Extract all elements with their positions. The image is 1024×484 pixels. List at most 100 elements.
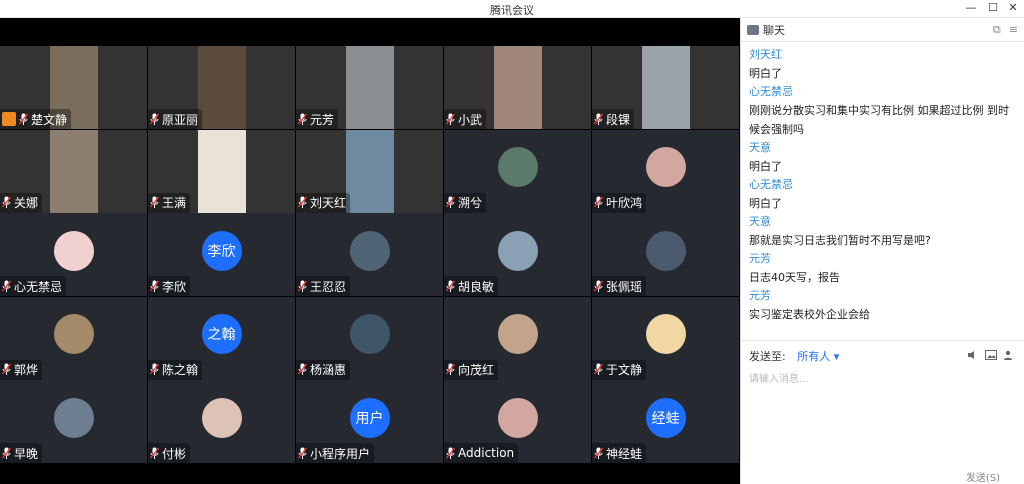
participant-name-bar: 付彬	[148, 443, 191, 463]
avatar	[497, 397, 538, 438]
participant-name-bar: 胡良敏	[444, 276, 499, 296]
message-sender[interactable]: 心无禁忌	[749, 83, 1016, 101]
participant-tile[interactable]: 之翰 陈之翰	[148, 296, 295, 380]
participant-name-bar: Addiction	[444, 443, 519, 463]
chat-messages: 刘天红 明白了 心无禁忌 刚刚说分散实习和集中实习有比例 如果超过比例 到时候会强制吗…	[741, 42, 1024, 328]
muted-mic-icon	[446, 363, 455, 375]
message-text: 明白了	[749, 197, 782, 210]
participant-tile[interactable]: 心无禁忌	[0, 213, 147, 296]
avatar	[53, 314, 94, 354]
avatar	[349, 230, 390, 271]
participant-tile[interactable]: 关娜	[0, 129, 147, 213]
participant-tile[interactable]: 早晚	[0, 380, 147, 463]
close-icon[interactable]: ✕	[1000, 0, 1024, 18]
avatar: 李欣	[201, 230, 242, 271]
message-sender[interactable]: 天意	[749, 139, 1016, 157]
participant-name-bar: 原亚丽	[148, 109, 203, 129]
participant-tile[interactable]: 原亚丽	[148, 46, 295, 129]
participant-tile[interactable]: 李欣 李欣	[148, 213, 295, 296]
participant-name-bar: 小武	[444, 109, 487, 129]
participant-name-bar: 杨涵惠	[296, 359, 351, 380]
menu-icon[interactable]: ≡	[1009, 23, 1018, 36]
participant-name: 楚文静	[31, 112, 68, 127]
participant-name: 张佩瑶	[606, 279, 643, 294]
chat-input[interactable]: 请输入消息...	[749, 370, 809, 385]
participant-name-bar: 楚文静	[0, 109, 72, 129]
message-sender[interactable]: 心无禁忌	[749, 176, 1016, 194]
avatar	[497, 147, 538, 187]
message-sender[interactable]: 刘天红	[749, 46, 1016, 64]
participant-name: 李欣	[162, 279, 187, 294]
avatar	[497, 314, 538, 354]
participant-tile[interactable]: 小武	[444, 46, 591, 129]
participant-name: 早晚	[14, 446, 39, 461]
participant-tile[interactable]: 付彬	[148, 380, 295, 463]
muted-mic-icon	[150, 363, 159, 375]
participant-name: 心无禁忌	[14, 279, 63, 294]
participant-name-bar: 心无禁忌	[0, 276, 67, 296]
participant-tile[interactable]: 张佩瑶	[592, 213, 739, 296]
popout-icon[interactable]: ⧉	[993, 23, 1001, 37]
participant-tile[interactable]: 楚文静	[0, 46, 147, 129]
participant-tile[interactable]: 于文静	[592, 296, 739, 380]
participant-tile[interactable]: 段锞	[592, 46, 739, 129]
participant-tile[interactable]: 王忍忍	[296, 213, 443, 296]
participant-name: 王忍忍	[310, 279, 347, 294]
send-button[interactable]: 发送(S)	[966, 469, 1000, 484]
muted-mic-icon	[150, 447, 159, 459]
avatar	[201, 397, 242, 438]
participant-name: 神经蛙	[606, 446, 643, 461]
participant-tile[interactable]: 刘天红	[296, 129, 443, 213]
avatar	[497, 230, 538, 271]
participant-name: 王满	[162, 196, 187, 210]
muted-mic-icon	[298, 113, 307, 125]
participant-name-bar: 元芳	[296, 109, 339, 129]
participant-name-bar: 刘天红	[296, 192, 351, 213]
muted-mic-icon	[446, 280, 455, 292]
participant-grid: 楚文静 原亚丽 元芳 小武 段锞 关娜 王满 刘天红 溯兮 叶欣鸿 心无禁忌 李欣 李欣 王忍忍 胡良敏 张佩…	[0, 46, 740, 480]
participant-name: 付彬	[162, 446, 187, 461]
avatar: 用户	[349, 397, 390, 438]
message-text: 明白了	[749, 67, 782, 80]
avatar: 经蛙	[645, 397, 686, 438]
participant-tile[interactable]: 叶欣鸿	[592, 129, 739, 213]
avatar	[349, 314, 390, 354]
participant-tile[interactable]: 郭烨	[0, 296, 147, 380]
participant-tile[interactable]: Addiction	[444, 380, 591, 463]
image-icon[interactable]	[985, 350, 997, 360]
participant-tile[interactable]: 杨涵惠	[296, 296, 443, 380]
participant-tile[interactable]: 胡良敏	[444, 213, 591, 296]
muted-mic-icon	[594, 363, 603, 375]
participant-name-bar: 王满	[148, 192, 191, 213]
participant-name: 郭烨	[14, 363, 39, 377]
avatar	[53, 397, 94, 438]
muted-mic-icon	[2, 447, 11, 459]
participant-tile[interactable]: 王满	[148, 129, 295, 213]
chat-title: 聊天	[763, 23, 785, 37]
mute-icon[interactable]	[967, 350, 979, 360]
participant-tile[interactable]: 用户 小程序用户	[296, 380, 443, 463]
participant-name: 向茂红	[458, 363, 495, 377]
muted-mic-icon	[2, 196, 11, 208]
title-bar: 腾讯会议 — ☐ ✕	[0, 0, 1024, 18]
participant-name-bar: 陈之翰	[148, 359, 203, 380]
send-to-label: 发送至:	[749, 350, 786, 363]
avatar	[645, 147, 686, 187]
participant-name: 溯兮	[458, 196, 483, 210]
camera-feed	[641, 46, 690, 129]
message-sender[interactable]: 元芳	[749, 287, 1016, 305]
participant-tile[interactable]: 向茂红	[444, 296, 591, 380]
video-area: 楚文静 原亚丽 元芳 小武 段锞 关娜 王满 刘天红 溯兮 叶欣鸿 心无禁忌 李欣 李欣 王忍忍 胡良敏 张佩…	[0, 18, 740, 484]
muted-mic-icon	[594, 113, 603, 125]
user-icon[interactable]	[1003, 350, 1015, 360]
message-sender[interactable]: 天意	[749, 213, 1016, 231]
participant-name: 胡良敏	[458, 279, 495, 294]
muted-mic-icon	[446, 196, 455, 208]
participant-tile[interactable]: 溯兮	[444, 129, 591, 213]
participant-name: 杨涵惠	[310, 363, 347, 377]
participant-tile[interactable]: 经蛙 神经蛙	[592, 380, 739, 463]
send-to-select[interactable]: 所有人 ▾	[797, 350, 839, 363]
message-sender[interactable]: 元芳	[749, 250, 1016, 268]
participant-tile[interactable]: 元芳	[296, 46, 443, 129]
participant-name: Addiction	[458, 446, 515, 460]
